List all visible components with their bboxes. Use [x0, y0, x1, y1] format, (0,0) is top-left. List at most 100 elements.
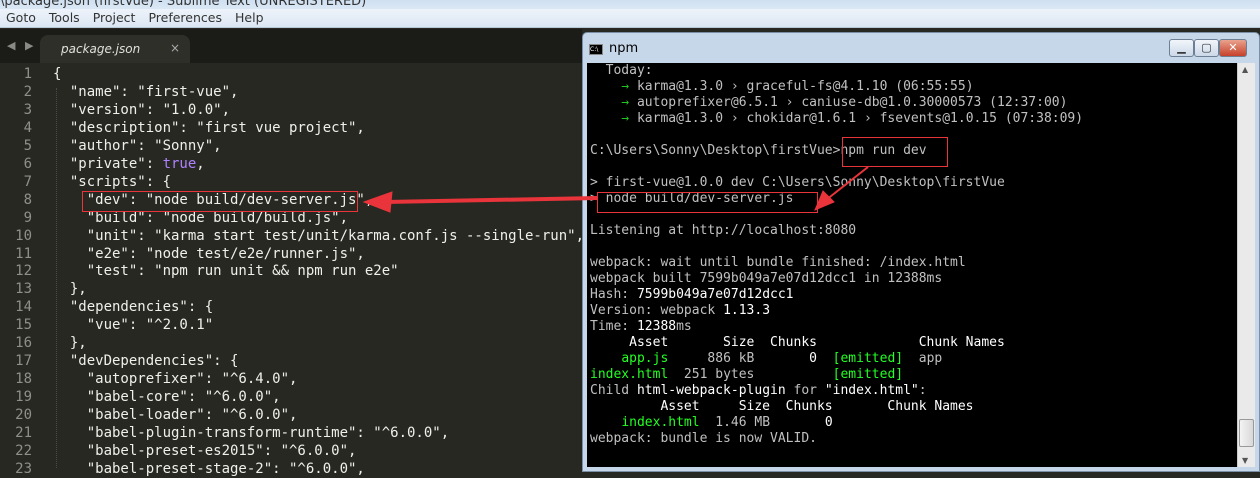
menu-item-help[interactable]: Help — [229, 9, 264, 27]
text-segment: autoprefixer@6.5.1 › caniuse-db@1.0.3000… — [636, 95, 1068, 110]
code-text: }, — [53, 280, 87, 298]
text-segment: html-webpack-plugin — [636, 383, 786, 398]
terminal-line: → karma@1.3.0 › graceful-fs@4.1.10 (06:5… — [590, 79, 974, 95]
text-segment: 1.46 MB — [699, 415, 825, 430]
line-number: 9 — [23, 209, 32, 226]
code-text: "babel-preset-es2015": "^6.0.0", — [53, 442, 357, 460]
text-segment: 12388 — [636, 319, 677, 334]
text-segment: karma@1.3.0 › graceful-fs@4.1.10 (06:55:… — [636, 79, 974, 94]
terminal-line: Version: webpack 1.13.3 — [590, 303, 770, 319]
line-number: 15 — [15, 317, 32, 334]
code-line: 13 }, — [0, 280, 582, 298]
menu-item-goto[interactable]: Goto — [0, 9, 36, 27]
terminal-line: index.html 251 bytes [emitted] — [590, 367, 903, 383]
text-segment: Asset Size Chunks Chunk Names — [590, 335, 1005, 350]
text-segment: index.html — [621, 415, 700, 430]
minimize-button[interactable]: ▁ — [1169, 39, 1194, 57]
terminal-line: webpack built 7599b049a7e07d12dcc1 in 12… — [590, 271, 942, 287]
text-segment: Version: webpack — [590, 303, 724, 318]
code-text: "babel-loader": "^6.0.0", — [53, 406, 298, 424]
terminal-line: Time: 12388ms — [590, 319, 692, 335]
code-text: "version": "1.0.0", — [53, 101, 230, 119]
vertical-scrollbar[interactable]: ▲ ▼ — [1237, 63, 1255, 467]
nav-arrows-icon[interactable]: ◀ ▶ — [7, 39, 36, 52]
scroll-thumb[interactable] — [1239, 419, 1254, 447]
code-line: 3 "version": "1.0.0", — [0, 101, 582, 119]
code-editor[interactable]: 1{2 "name": "first-vue", 3 "version": "1.… — [0, 63, 584, 478]
terminal-line: Asset Size Chunks Chunk Names — [590, 335, 1005, 351]
line-number: 12 — [15, 263, 32, 280]
code-text: "devDependencies": { — [53, 352, 239, 370]
line-number: 19 — [15, 389, 32, 406]
code-text: "description": "first vue project", — [53, 119, 365, 137]
text-segment: }, — [53, 335, 87, 352]
text-segment — [590, 415, 621, 430]
text-segment: webpack: wait until bundle finished: /in… — [590, 255, 966, 270]
scroll-up-icon[interactable]: ▲ — [1242, 65, 1248, 74]
text-segment: Hash: — [590, 287, 637, 302]
text-segment: 0 — [809, 351, 817, 366]
terminal-line: Hash: 7599b049a7e07d12dcc1 — [590, 287, 794, 303]
line-number: 21 — [15, 425, 32, 441]
terminal-line: Listening at http://localhost:8080 — [590, 223, 856, 239]
text-segment: Listening at http://localhost:8080 — [590, 223, 857, 238]
line-number: 22 — [15, 442, 32, 459]
menu-item-project[interactable]: Project — [87, 9, 136, 27]
text-segment: → — [590, 79, 637, 94]
text-segment: "babel-preset-stage-2": "^6.0.0", — [53, 460, 365, 477]
line-number: 14 — [15, 299, 32, 316]
text-segment: "unit": "karma start test/unit/karma.con… — [53, 227, 585, 244]
tab-package-json[interactable]: package.json × — [40, 35, 190, 63]
text-segment: true — [162, 155, 197, 172]
text-segment: [emitted] — [832, 367, 904, 382]
close-icon[interactable]: × — [170, 41, 180, 55]
terminal-line: → autoprefixer@6.5.1 › caniuse-db@1.0.30… — [590, 95, 1067, 111]
text-segment: Today: — [590, 63, 653, 78]
tab-bar: ◀ ▶ package.json × — [0, 29, 582, 63]
scroll-down-icon[interactable]: ▼ — [1242, 456, 1248, 465]
code-line: 14 "dependencies": { — [0, 298, 582, 316]
code-line: 11 "e2e": "node test/e2e/runner.js", — [0, 245, 582, 263]
line-number: 13 — [15, 281, 32, 298]
terminal-line: webpack: bundle is now VALID. — [590, 431, 817, 447]
terminal-line: Asset Size Chunks Chunk Names — [590, 399, 973, 415]
text-segment: → — [590, 95, 637, 110]
text-segment: app — [903, 351, 943, 366]
text-segment: "dependencies": { — [53, 299, 214, 316]
code-line: 10 "unit": "karma start test/unit/karma.… — [0, 227, 584, 245]
line-number: 5 — [23, 137, 32, 154]
terminal-output[interactable]: Today: → karma@1.3.0 › graceful-fs@4.1.1… — [587, 63, 1237, 467]
highlight-box-npm-run-dev — [842, 137, 948, 167]
terminal-title-bar[interactable]: C:\ npm ▁ ▢ ✕ — [583, 33, 1259, 63]
code-line: 4 "description": "first vue project", — [0, 119, 582, 137]
line-number: 6 — [23, 155, 32, 172]
text-segment: "devDependencies": { — [53, 353, 239, 370]
code-line: 12 "test": "npm run unit && npm run e2e" — [0, 262, 582, 280]
highlight-box-dev-script — [82, 191, 358, 212]
maximize-button[interactable]: ▢ — [1194, 39, 1219, 57]
code-line: 20 "babel-loader": "^6.0.0", — [0, 406, 582, 424]
text-segment: Time: — [590, 319, 637, 334]
close-button[interactable]: ✕ — [1219, 39, 1247, 57]
text-segment: : — [918, 383, 927, 398]
code-line: 23 "babel-preset-stage-2": "^6.0.0", — [0, 460, 582, 478]
text-segment: "version": "1.0.0", — [53, 101, 231, 118]
code-line: 1{ — [0, 65, 582, 83]
menu-item-tools[interactable]: Tools — [43, 9, 80, 27]
line-number: 11 — [15, 245, 32, 262]
menu-item-preferences[interactable]: Preferences — [142, 9, 222, 27]
text-segment: ms — [676, 319, 692, 334]
code-line: 2 "name": "first-vue", — [0, 83, 582, 101]
text-segment: app.js — [621, 351, 669, 366]
cmd-icon: C:\ — [589, 44, 603, 55]
code-text: "unit": "karma start test/unit/karma.con… — [53, 227, 584, 245]
menu-bar: Goto Tools Project Preferences Help — [0, 9, 1260, 28]
text-segment: webpack: bundle is now VALID. — [590, 431, 817, 446]
text-segment: "index.html" — [824, 383, 919, 398]
code-text: }, — [53, 334, 87, 352]
text-segment: "e2e": "node test/e2e/runner.js", — [53, 245, 365, 262]
text-segment: index.html — [590, 367, 669, 382]
window-title: \package.json (firstVue) - Sublime Text … — [0, 0, 367, 9]
text-segment — [590, 351, 621, 366]
text-segment: for — [785, 383, 825, 398]
